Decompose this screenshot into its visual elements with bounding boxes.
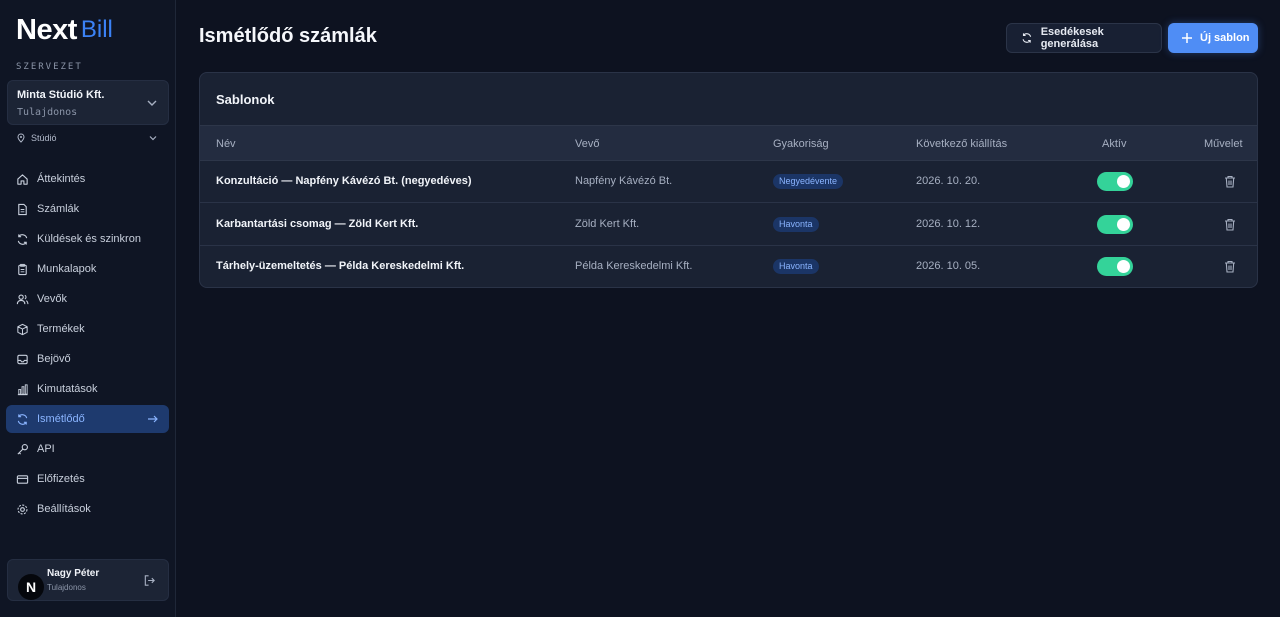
template-name[interactable]: Tárhely-üzemeltetés — Példa Kereskedelmi… [216, 260, 464, 272]
panel-title: Sablonok [216, 92, 275, 107]
sidebar-item-label: API [37, 443, 55, 455]
active-toggle[interactable] [1097, 215, 1133, 234]
org-name: Minta Stúdió Kft. [17, 89, 105, 101]
toggle-knob [1117, 260, 1130, 273]
sidebar-item-label: Kimutatások [37, 383, 98, 395]
trash-icon[interactable] [1224, 175, 1236, 188]
sidebar-item-label: Beállítások [37, 503, 91, 515]
sidebar-item-label: Ismétlődő [37, 413, 85, 425]
generate-due-button[interactable]: Esedékesek generálása [1006, 23, 1162, 53]
table-header: Név Vevő Gyakoriság Következő kiállítás … [200, 125, 1257, 161]
chevron-down-icon [149, 136, 157, 141]
studio-label: Stúdió [31, 133, 57, 143]
user-card[interactable]: N Nagy Péter Tulajdonos [7, 559, 169, 601]
trash-icon[interactable] [1224, 218, 1236, 231]
sidebar-item-label: Küldések és szinkron [37, 233, 141, 245]
sidebar-item-label: Számlák [37, 203, 80, 215]
customer-name: Zöld Kert Kft. [575, 218, 640, 230]
next-issue-date: 2026. 10. 12. [916, 218, 981, 230]
home-icon [17, 173, 28, 185]
sidebar-nav: Áttekintés Számlák Küldések és szinkron … [6, 165, 169, 525]
templates-panel: Sablonok Név Vevő Gyakoriság Következő k… [199, 72, 1258, 288]
active-toggle[interactable] [1097, 257, 1133, 276]
sidebar-item-kuldesek[interactable]: Küldések és szinkron [6, 225, 169, 253]
sidebar-item-label: Bejövő [37, 353, 71, 365]
inbox-icon [17, 354, 28, 364]
new-template-label: Új sablon [1200, 32, 1250, 44]
generate-due-label: Esedékesek generálása [1040, 26, 1104, 50]
column-header-frequency: Gyakoriság [773, 138, 829, 150]
sidebar-item-label: Munkalapok [37, 263, 97, 275]
gear-icon [17, 503, 28, 515]
app-logo[interactable]: Next Bill [16, 14, 113, 46]
location-pin-icon [17, 133, 25, 143]
org-section-label: SZERVEZET [16, 62, 83, 72]
file-icon [18, 203, 27, 215]
sidebar-item-bejovo[interactable]: Bejövő [6, 345, 169, 373]
column-header-action: Művelet [1204, 138, 1243, 150]
sidebar-item-elofizetes[interactable]: Előfizetés [6, 465, 169, 493]
arrow-right-icon [148, 415, 158, 423]
org-switcher[interactable]: Minta Stúdió Kft. Tulajdonos [7, 80, 169, 125]
active-toggle[interactable] [1097, 172, 1133, 191]
toggle-knob [1117, 218, 1130, 231]
sidebar-item-label: Áttekintés [37, 173, 86, 185]
user-name: Nagy Péter [47, 568, 100, 579]
sidebar-item-szamlak[interactable]: Számlák [6, 195, 169, 223]
sidebar-item-label: Termékek [37, 323, 85, 335]
sidebar-item-beallitasok[interactable]: Beállítások [6, 495, 169, 523]
toggle-knob [1117, 175, 1130, 188]
table-row[interactable]: Tárhely-üzemeltetés — Példa Kereskedelmi… [200, 246, 1257, 287]
plus-icon [1182, 33, 1192, 43]
trash-icon[interactable] [1224, 260, 1236, 273]
user-role: Tulajdonos [47, 583, 86, 592]
sidebar: Next Bill SZERVEZET Minta Stúdió Kft. Tu… [0, 0, 176, 617]
logout-icon[interactable] [143, 574, 156, 587]
frequency-badge: Havonta [773, 217, 819, 232]
frequency-badge: Negyedévente [773, 174, 844, 189]
avatar: N [18, 574, 44, 600]
new-template-button[interactable]: Új sablon [1168, 23, 1258, 53]
org-role: Tulajdonos [17, 107, 78, 118]
table-row[interactable]: Konzultáció — Napfény Kávézó Bt. (negyed… [200, 161, 1257, 203]
customer-name: Napfény Kávézó Bt. [575, 175, 673, 187]
sidebar-item-attekintes[interactable]: Áttekintés [6, 165, 169, 193]
repeat-icon [17, 413, 28, 425]
column-header-next-issue: Következő kiállítás [916, 138, 1008, 150]
card-icon [16, 474, 29, 484]
sidebar-item-vevok[interactable]: Vevők [6, 285, 169, 313]
logo-main: Next [16, 14, 77, 46]
sync-icon [17, 233, 28, 245]
chart-icon [17, 383, 28, 395]
logo-sub: Bill [80, 16, 113, 43]
next-issue-date: 2026. 10. 05. [916, 260, 981, 272]
sidebar-item-ismetlodo[interactable]: Ismétlődő [6, 405, 169, 433]
customer-name: Példa Kereskedelmi Kft. [575, 260, 693, 272]
column-header-active: Aktív [1102, 138, 1127, 150]
sidebar-item-munkalapok[interactable]: Munkalapok [6, 255, 169, 283]
template-name[interactable]: Karbantartási csomag — Zöld Kert Kft. [216, 218, 418, 230]
table-row[interactable]: Karbantartási csomag — Zöld Kert Kft. Zö… [200, 204, 1257, 246]
sidebar-item-api[interactable]: API [6, 435, 169, 463]
sidebar-item-label: Előfizetés [37, 473, 85, 485]
sidebar-item-label: Vevők [37, 293, 67, 305]
users-icon [16, 293, 29, 304]
column-header-customer: Vevő [575, 138, 600, 150]
refresh-icon [1022, 33, 1032, 43]
frequency-badge: Havonta [773, 259, 819, 274]
chevron-down-icon [147, 100, 157, 106]
sidebar-item-kimutatasok[interactable]: Kimutatások [6, 375, 169, 403]
studio-selector[interactable]: Stúdió [16, 130, 158, 146]
clipboard-icon [18, 263, 27, 275]
page-title: Ismétlődő számlák [199, 25, 377, 47]
key-icon [17, 443, 28, 455]
sidebar-item-termekek[interactable]: Termékek [6, 315, 169, 343]
box-icon [17, 323, 28, 335]
column-header-name: Név [216, 138, 236, 150]
next-issue-date: 2026. 10. 20. [916, 175, 981, 187]
template-name[interactable]: Konzultáció — Napfény Kávézó Bt. (negyed… [216, 175, 472, 187]
